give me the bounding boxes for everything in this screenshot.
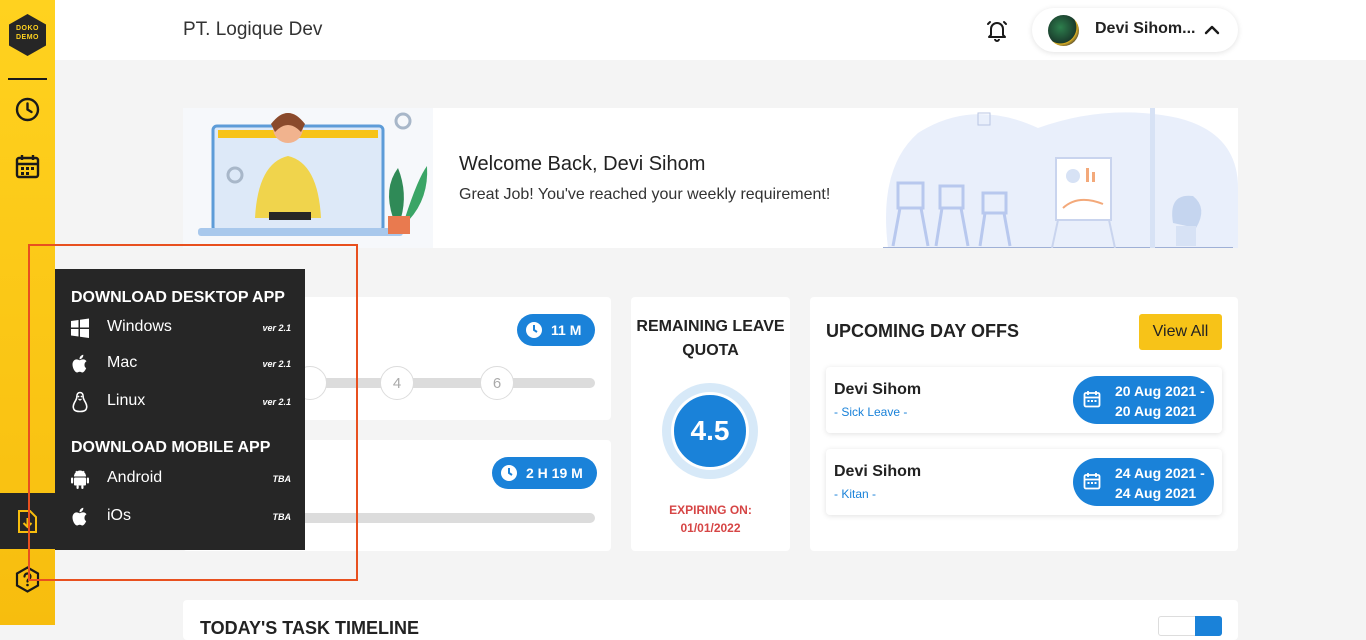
dayoff-date-badge: 20 Aug 2021 - 20 Aug 2021 — [1073, 376, 1214, 424]
progress-track — [293, 378, 595, 388]
help-icon[interactable] — [14, 566, 41, 593]
bell-icon[interactable] — [985, 18, 1009, 42]
leave-quota-card: REMAINING LEAVE QUOTA 4.5 EXPIRING ON: 0… — [631, 297, 790, 551]
topbar: PT. Logique Dev Devi Sihom... — [55, 0, 1366, 60]
dayoff-item[interactable]: Devi Sihom - Sick Leave - 20 Aug 2021 - … — [826, 367, 1222, 433]
user-menu[interactable]: Devi Sihom... — [1032, 8, 1238, 52]
sidebar-item-download[interactable] — [0, 493, 55, 549]
mobile-heading: DOWNLOAD MOBILE APP — [71, 439, 271, 456]
linux-icon — [72, 391, 88, 413]
company-name: PT. Logique Dev — [183, 19, 323, 40]
download-android[interactable]: Android TBA — [69, 466, 291, 492]
clock-icon — [526, 322, 542, 338]
welcome-title: Welcome Back, Devi Sihom — [459, 153, 706, 175]
quota-title: REMAINING LEAVE QUOTA — [636, 318, 785, 359]
timeline-toggle-active[interactable] — [1195, 616, 1222, 636]
progress-track — [293, 513, 595, 523]
calendar-icon — [1083, 473, 1101, 490]
welcome-illustration — [183, 108, 433, 248]
progress-step: 4 — [380, 366, 414, 400]
calendar-icon — [1083, 391, 1101, 408]
quota-value: 4.5 — [671, 392, 749, 470]
download-mac[interactable]: Mac ver 2.1 — [69, 351, 291, 377]
calendar-icon[interactable] — [14, 153, 41, 180]
sidebar: DOKO DEMO — [0, 0, 55, 625]
windows-icon — [71, 318, 89, 338]
dayoff-item[interactable]: Devi Sihom - Kitan - 24 Aug 2021 - 24 Au… — [826, 449, 1222, 515]
download-ios[interactable]: iOs TBA — [69, 504, 291, 530]
user-name: Devi Sihom... — [1095, 20, 1196, 37]
dayoff-date-badge: 24 Aug 2021 - 24 Aug 2021 — [1073, 458, 1214, 506]
time-badge: 2 H 19 M — [492, 457, 597, 489]
chevron-up-icon — [1204, 25, 1220, 35]
download-icon — [18, 510, 37, 533]
time-badge: 11 M — [517, 314, 596, 346]
apple-icon — [72, 507, 87, 526]
office-illustration — [883, 108, 1238, 248]
clock-icon[interactable] — [14, 96, 41, 123]
dayoff-type: - Kitan - — [834, 487, 877, 501]
apple-icon — [72, 354, 87, 373]
clock-icon — [501, 465, 517, 481]
sidebar-divider — [8, 78, 47, 80]
welcome-subtitle: Great Job! You've reached your weekly re… — [459, 186, 831, 203]
android-icon — [71, 470, 89, 489]
dayoff-name: Devi Sihom — [834, 381, 922, 398]
dayoff-name: Devi Sihom — [834, 463, 922, 480]
logo-text: DOKO DEMO — [16, 25, 39, 41]
quota-ring: 4.5 — [662, 383, 758, 479]
dayoffs-title: UPCOMING DAY OFFS — [826, 321, 1020, 341]
upcoming-dayoffs-card: UPCOMING DAY OFFS View All Devi Sihom - … — [810, 297, 1238, 551]
desktop-heading: DOWNLOAD DESKTOP APP — [71, 289, 285, 306]
download-menu: DOWNLOAD DESKTOP APP Windows ver 2.1 Mac… — [55, 269, 305, 550]
progress-step: 6 — [480, 366, 514, 400]
view-all-button[interactable]: View All — [1139, 314, 1222, 350]
dayoff-type: - Sick Leave - — [834, 405, 908, 419]
welcome-banner: Welcome Back, Devi Sihom Great Job! You'… — [183, 108, 1238, 248]
avatar — [1048, 15, 1079, 46]
task-timeline-card: TODAY'S TASK TIMELINE — [183, 600, 1238, 640]
timeline-title: TODAY'S TASK TIMELINE — [200, 618, 419, 638]
download-windows[interactable]: Windows ver 2.1 — [69, 315, 291, 341]
download-linux[interactable]: Linux ver 2.1 — [69, 389, 291, 415]
quota-expiry: EXPIRING ON: 01/01/2022 — [669, 503, 752, 535]
